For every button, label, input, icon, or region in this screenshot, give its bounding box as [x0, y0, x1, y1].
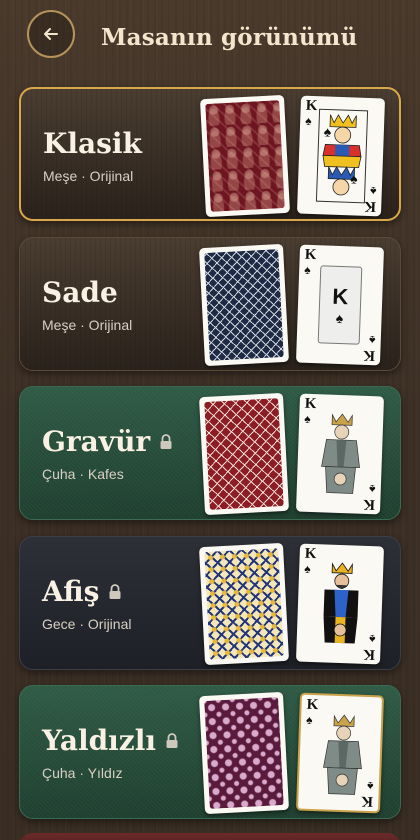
theme-card-klasik[interactable]: Klasik Meşe · Orijinal K ♠ ♠ ♠ K ♠	[19, 87, 401, 221]
theme-name: Sade	[42, 276, 118, 309]
theme-name: Klasik	[43, 127, 142, 160]
theme-subtitle: Gece · Orijinal	[42, 616, 132, 632]
page-title: Masanın görünümü	[101, 24, 358, 51]
back-button[interactable]	[27, 10, 75, 58]
arrow-left-icon	[44, 28, 58, 40]
svg-text:♠: ♠	[350, 170, 359, 186]
lock-icon	[109, 583, 121, 599]
card-back-preview	[198, 691, 290, 815]
card-face-preview: K ♠ ♠ ♠ K ♠	[296, 95, 386, 217]
card-face-preview: K ♠ K ♠ K ♠	[295, 244, 385, 366]
card-face-preview: K ♠ K ♠	[295, 393, 385, 515]
theme-name: Afiş	[42, 575, 122, 608]
card-face-preview: K ♠ K ♠	[295, 543, 385, 665]
card-back-preview	[198, 542, 290, 666]
simple-court-frame: K ♠	[317, 265, 363, 345]
header: Masanın görünümü	[0, 0, 420, 80]
lock-icon	[160, 433, 172, 449]
svg-text:♠: ♠	[324, 123, 333, 139]
lock-icon	[166, 732, 178, 748]
card-face-preview: K ♠ K ♠	[295, 692, 385, 814]
card-back-preview	[198, 243, 290, 367]
theme-name: Yaldızlı	[42, 724, 179, 757]
king-figure-icon: ♠ ♠	[315, 108, 369, 204]
king-figure-icon	[323, 562, 359, 644]
theme-card-partial[interactable]	[19, 833, 401, 840]
theme-subtitle: Meşe · Orijinal	[42, 317, 133, 333]
theme-card-yaldizli[interactable]: Yaldızlı Çuha · Yıldız K ♠ K ♠	[19, 685, 401, 819]
theme-card-gravur[interactable]: Gravür Çuha · Kafes K ♠ K ♠	[19, 386, 401, 520]
card-back-preview	[198, 392, 290, 516]
theme-subtitle: Çuha · Yıldız	[42, 765, 123, 781]
theme-name: Gravür	[42, 425, 173, 458]
theme-subtitle: Çuha · Kafes	[42, 466, 124, 482]
king-figure-icon	[321, 413, 360, 494]
theme-card-afis[interactable]: Afiş Gece · Orijinal K ♠ K ♠	[19, 536, 401, 670]
card-back-preview	[199, 94, 291, 218]
theme-subtitle: Meşe · Orijinal	[43, 168, 134, 184]
theme-card-sade[interactable]: Sade Meşe · Orijinal K ♠ K ♠ K ♠	[19, 237, 401, 371]
